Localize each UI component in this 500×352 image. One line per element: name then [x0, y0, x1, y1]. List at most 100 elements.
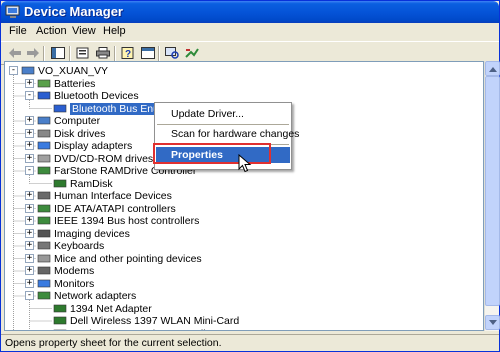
tree-item-label[interactable]: Dell Wireless 1397 WLAN Mini-Card: [70, 315, 239, 327]
tree-row[interactable]: + Batteries: [5, 78, 483, 90]
tree-row[interactable]: - VO_XUAN_VY: [5, 65, 483, 77]
expand-button[interactable]: +: [25, 278, 34, 288]
keyboard-icon: [37, 241, 51, 250]
toolbar-separator: [114, 46, 116, 61]
forward-button[interactable]: [23, 44, 43, 62]
tree-row[interactable]: + Imaging devices: [5, 228, 483, 240]
properties-button[interactable]: [73, 44, 93, 62]
tree-item-label[interactable]: Keyboards: [54, 240, 104, 252]
modem-icon: [37, 266, 51, 275]
scroll-thumb[interactable]: [485, 76, 500, 306]
tree-item-label[interactable]: Disk drives: [54, 128, 105, 140]
menu-action[interactable]: Action: [36, 25, 67, 37]
expand-button[interactable]: +: [25, 128, 34, 138]
expand-button[interactable]: +: [25, 241, 34, 250]
scan-hardware-icon: [165, 47, 179, 59]
tree-row[interactable]: + Mice and other pointing devices: [5, 253, 483, 265]
tree-item-label[interactable]: DVD/CD-ROM drives: [54, 153, 153, 165]
collapse-button[interactable]: -: [25, 166, 34, 175]
svg-text:?: ?: [125, 49, 131, 59]
bluetooth-icon: [37, 91, 51, 100]
expand-button[interactable]: +: [25, 266, 34, 275]
tree-row[interactable]: Dell Wireless 1397 WLAN Mini-Card: [5, 315, 483, 327]
network-icon: [37, 291, 51, 300]
status-bar: Opens property sheet for the current sel…: [1, 334, 499, 351]
tree-row[interactable]: + Monitors: [5, 278, 483, 290]
back-button[interactable]: [5, 44, 25, 62]
expand-button[interactable]: +: [25, 78, 34, 88]
menu-bar: File Action View Help: [1, 23, 499, 41]
menu-item-scan-hardware[interactable]: Scan for hardware changes: [156, 126, 299, 142]
console-tree-button[interactable]: [48, 44, 68, 62]
tree-item-label[interactable]: Mice and other pointing devices: [54, 253, 202, 265]
tree-item-label[interactable]: Batteries: [54, 78, 95, 90]
vertical-scrollbar[interactable]: [484, 61, 500, 331]
scroll-down-button[interactable]: [485, 315, 500, 330]
expand-button[interactable]: +: [25, 141, 34, 150]
tree-item-label[interactable]: Human Interface Devices: [54, 190, 172, 202]
expand-button[interactable]: +: [25, 153, 34, 163]
collapse-button[interactable]: -: [25, 91, 34, 100]
tree-item-label[interactable]: Computer: [54, 115, 100, 127]
properties-icon: [76, 47, 89, 59]
window-title: Device Manager: [24, 4, 123, 19]
network-card-icon: [53, 304, 67, 312]
tree-item-label[interactable]: VO_XUAN_VY: [38, 65, 108, 77]
scan-hardware-button[interactable]: [162, 44, 182, 62]
show-hide-button[interactable]: [138, 44, 158, 62]
tree-item-label[interactable]: IDE ATA/ATAPI controllers: [54, 203, 176, 215]
camera-icon: [37, 229, 51, 237]
toolbar-separator: [43, 46, 45, 61]
tree-row[interactable]: + IEEE 1394 Bus host controllers: [5, 215, 483, 227]
menu-view[interactable]: View: [72, 25, 96, 37]
tree-item-label[interactable]: Realtek RTL8169/8110 Family PCI-E GBE NI…: [70, 328, 288, 331]
expand-button[interactable]: +: [25, 228, 34, 238]
network-card-icon: [53, 329, 67, 330]
tree-item-label[interactable]: IEEE 1394 Bus host controllers: [54, 215, 199, 227]
tree-row[interactable]: + Keyboards: [5, 240, 483, 252]
menu-separator: [157, 124, 289, 125]
device-manager-icon: [5, 5, 20, 18]
display-icon: [37, 141, 51, 150]
chip-icon: [53, 179, 67, 187]
tree-item-label[interactable]: Modems: [54, 265, 94, 277]
tree-row[interactable]: - Network adapters: [5, 290, 483, 302]
tree-item-label[interactable]: 1394 Net Adapter: [70, 303, 152, 315]
tree-row[interactable]: - Bluetooth Devices: [5, 90, 483, 102]
menu-file[interactable]: File: [9, 25, 27, 37]
tree-item-label[interactable]: RamDisk: [70, 178, 113, 190]
battery-icon: [37, 79, 51, 87]
expand-button[interactable]: +: [25, 253, 34, 263]
tree-row[interactable]: + Human Interface Devices: [5, 190, 483, 202]
tree-row[interactable]: + IDE ATA/ATAPI controllers: [5, 203, 483, 215]
computer-icon: [21, 66, 35, 75]
expand-button[interactable]: +: [25, 203, 34, 213]
collapse-button[interactable]: -: [9, 66, 18, 75]
tree-row[interactable]: RamDisk: [5, 178, 483, 190]
help-button[interactable]: ?: [118, 44, 138, 62]
expand-button[interactable]: +: [25, 191, 34, 200]
tree-row[interactable]: 1394 Net Adapter: [5, 303, 483, 315]
menu-item-update-driver[interactable]: Update Driver...: [156, 106, 290, 122]
tree-item-label[interactable]: Monitors: [54, 278, 94, 290]
collapse-button[interactable]: -: [25, 291, 34, 300]
update-driver-button[interactable]: [182, 44, 202, 62]
forward-icon: [27, 48, 39, 58]
title-bar[interactable]: Device Manager: [1, 1, 499, 23]
menu-help[interactable]: Help: [103, 25, 126, 37]
tree-row[interactable]: + Modems: [5, 265, 483, 277]
tree-item-label[interactable]: Network adapters: [54, 290, 136, 302]
tree-item-label[interactable]: Display adapters: [54, 140, 132, 152]
print-button[interactable]: [93, 44, 113, 62]
tree-item-label[interactable]: Imaging devices: [54, 228, 130, 240]
console-tree-icon: [51, 47, 65, 59]
expand-button[interactable]: +: [25, 116, 34, 125]
status-text: Opens property sheet for the current sel…: [5, 337, 222, 349]
ide-icon: [37, 204, 51, 212]
expand-button[interactable]: +: [25, 216, 34, 225]
tree-row[interactable]: Realtek RTL8169/8110 Family PCI-E GBE NI…: [5, 328, 483, 331]
scroll-up-button[interactable]: [485, 61, 500, 76]
mouse-cursor-icon: [238, 154, 252, 173]
scroll-down-icon: [488, 319, 497, 325]
tree-item-label[interactable]: Bluetooth Devices: [54, 90, 139, 102]
